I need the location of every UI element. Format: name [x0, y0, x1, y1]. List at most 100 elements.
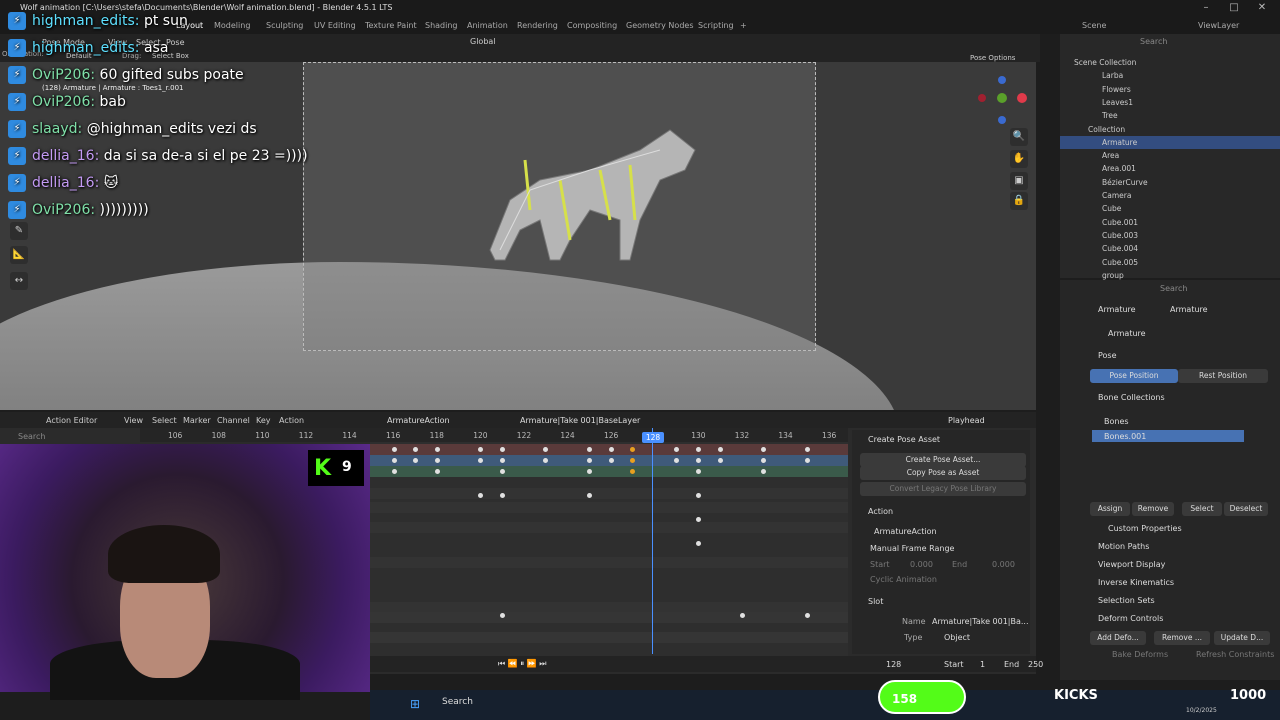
rest-position-button[interactable]: Rest Position	[1178, 369, 1268, 383]
keyframe[interactable]	[413, 458, 418, 463]
outliner-panel[interactable]: Search Scene Collection Larba Flowers Leave…	[1060, 34, 1280, 280]
menu-select[interactable]: Select	[152, 416, 177, 425]
keyframe[interactable]	[718, 458, 723, 463]
keyframe[interactable]	[587, 458, 592, 463]
outliner-row[interactable]: Leaves1	[1060, 96, 1280, 109]
outliner-row[interactable]: Larba	[1060, 69, 1280, 82]
remove-deform-button[interactable]: Remove ...	[1154, 631, 1210, 645]
tab-rendering[interactable]: Rendering	[517, 21, 558, 30]
bone-collection-item[interactable]: Bones	[1104, 417, 1129, 426]
manual-frame-range-checkbox[interactable]: Manual Frame Range	[870, 544, 954, 553]
navigation-gizmo[interactable]	[976, 72, 1028, 124]
outliner-row[interactable]: BézierCurve	[1060, 176, 1280, 189]
start-field[interactable]: 0.000	[910, 560, 933, 569]
taskbar-search[interactable]: Search	[442, 697, 473, 707]
channel-search[interactable]: Search	[18, 432, 45, 441]
zoom-icon[interactable]: 🔍	[1010, 128, 1028, 146]
update-deform-button[interactable]: Update D...	[1214, 631, 1270, 645]
keyframe[interactable]	[805, 458, 810, 463]
keyframe[interactable]	[609, 447, 614, 452]
slot-selector[interactable]: Armature|Take 001|BaseLayer	[520, 416, 640, 425]
keyframe[interactable]	[696, 517, 701, 522]
lock-icon[interactable]: 🔒	[1010, 192, 1028, 210]
menu-action[interactable]: Action	[279, 416, 304, 425]
keyframe[interactable]	[500, 613, 505, 618]
convert-legacy-button[interactable]: Convert Legacy Pose Library	[860, 482, 1026, 496]
keyframe[interactable]	[587, 469, 592, 474]
view-layer-selector[interactable]: ViewLayer	[1198, 21, 1239, 30]
pose-position-button[interactable]: Pose Position	[1090, 369, 1178, 383]
keyframe[interactable]	[696, 447, 701, 452]
keyframe[interactable]	[587, 493, 592, 498]
keyframe[interactable]	[761, 458, 766, 463]
dopesheet-channel-row[interactable]	[370, 522, 848, 533]
dopesheet-channel-row[interactable]	[370, 502, 848, 513]
keyframe[interactable]	[587, 447, 592, 452]
motion-paths-section[interactable]: Motion Paths	[1098, 542, 1149, 551]
inverse-kinematics-section[interactable]: Inverse Kinematics	[1098, 578, 1174, 587]
keyframe[interactable]	[435, 458, 440, 463]
tab-shading[interactable]: Shading	[425, 21, 458, 30]
slot-section[interactable]: Slot	[868, 597, 883, 606]
keyframe[interactable]	[696, 541, 701, 546]
outliner-row[interactable]: Tree	[1060, 109, 1280, 122]
keyframe[interactable]	[478, 447, 483, 452]
keyframe[interactable]	[392, 458, 397, 463]
editor-mode-selector[interactable]: Action Editor	[46, 416, 97, 425]
keyframe[interactable]	[478, 458, 483, 463]
keyframe[interactable]	[696, 493, 701, 498]
keyframe[interactable]	[478, 493, 483, 498]
refresh-constraints-button[interactable]: Refresh Constraints	[1196, 650, 1274, 659]
select-button[interactable]: Select	[1182, 502, 1222, 516]
menu-channel[interactable]: Channel	[217, 416, 250, 425]
keyframe[interactable]	[630, 447, 635, 452]
outliner-row[interactable]: Camera	[1060, 189, 1280, 202]
menu-view[interactable]: View	[124, 416, 143, 425]
keyframe[interactable]	[696, 458, 701, 463]
action-selector[interactable]: ArmatureAction	[387, 416, 450, 425]
outliner-row[interactable]: Cube.004	[1060, 242, 1280, 255]
keyframe[interactable]	[630, 469, 635, 474]
keyframe[interactable]	[543, 447, 548, 452]
remove-button[interactable]: Remove	[1132, 502, 1174, 516]
add-workspace-button[interactable]: +	[740, 21, 747, 30]
outliner-row[interactable]: Cube	[1060, 202, 1280, 215]
dopesheet-grid[interactable]	[370, 442, 848, 664]
dopesheet-channel-row[interactable]	[370, 632, 848, 643]
create-pose-asset-button[interactable]: Create Pose Asset...	[860, 453, 1026, 467]
outliner-row[interactable]: Collection	[1060, 123, 1280, 136]
tab-scripting[interactable]: Scripting	[698, 21, 734, 30]
keyframe[interactable]	[435, 469, 440, 474]
playhead-snap[interactable]: Playhead	[948, 416, 985, 425]
outliner-row[interactable]: Cube.005	[1060, 256, 1280, 269]
keyframe[interactable]	[435, 447, 440, 452]
windows-start-icon[interactable]: ⊞	[410, 697, 420, 711]
dopesheet-channel-row[interactable]	[370, 557, 848, 568]
deform-controls-section[interactable]: Deform Controls	[1098, 614, 1163, 623]
tab-animation[interactable]: Animation	[467, 21, 508, 30]
play-controls[interactable]: ⏮ ⏪ ⏸ ⏩ ⏭	[498, 659, 547, 669]
keyframe[interactable]	[543, 458, 548, 463]
keyframe[interactable]	[805, 447, 810, 452]
properties-search[interactable]: Search	[1160, 284, 1187, 293]
frame-ruler[interactable]: 106 108 110 112 114 116 118 120 122 124 126 128 130 1…	[140, 428, 848, 442]
slot-name-field[interactable]: Armature|Take 001|Ba...	[932, 617, 1029, 626]
keyframe[interactable]	[413, 447, 418, 452]
create-pose-asset-section[interactable]: Create Pose Asset	[868, 435, 940, 444]
current-frame-field[interactable]: 128	[886, 660, 901, 669]
assign-button[interactable]: Assign	[1090, 502, 1130, 516]
custom-properties-section[interactable]: Custom Properties	[1108, 524, 1182, 533]
bone-collections-section[interactable]: Bone Collections	[1098, 393, 1165, 402]
keyframe[interactable]	[392, 447, 397, 452]
keyframe[interactable]	[500, 469, 505, 474]
menu-key[interactable]: Key	[256, 416, 271, 425]
keyframe[interactable]	[500, 493, 505, 498]
action-name[interactable]: ArmatureAction	[874, 527, 937, 536]
keyframe[interactable]	[609, 458, 614, 463]
deselect-button[interactable]: Deselect	[1224, 502, 1268, 516]
keyframe[interactable]	[696, 469, 701, 474]
maximize-icon[interactable]: □	[1224, 2, 1244, 13]
playhead-frame-label[interactable]: 128	[642, 432, 664, 443]
scene-selector[interactable]: Scene	[1082, 21, 1106, 30]
outliner-search[interactable]: Search	[1140, 37, 1167, 46]
